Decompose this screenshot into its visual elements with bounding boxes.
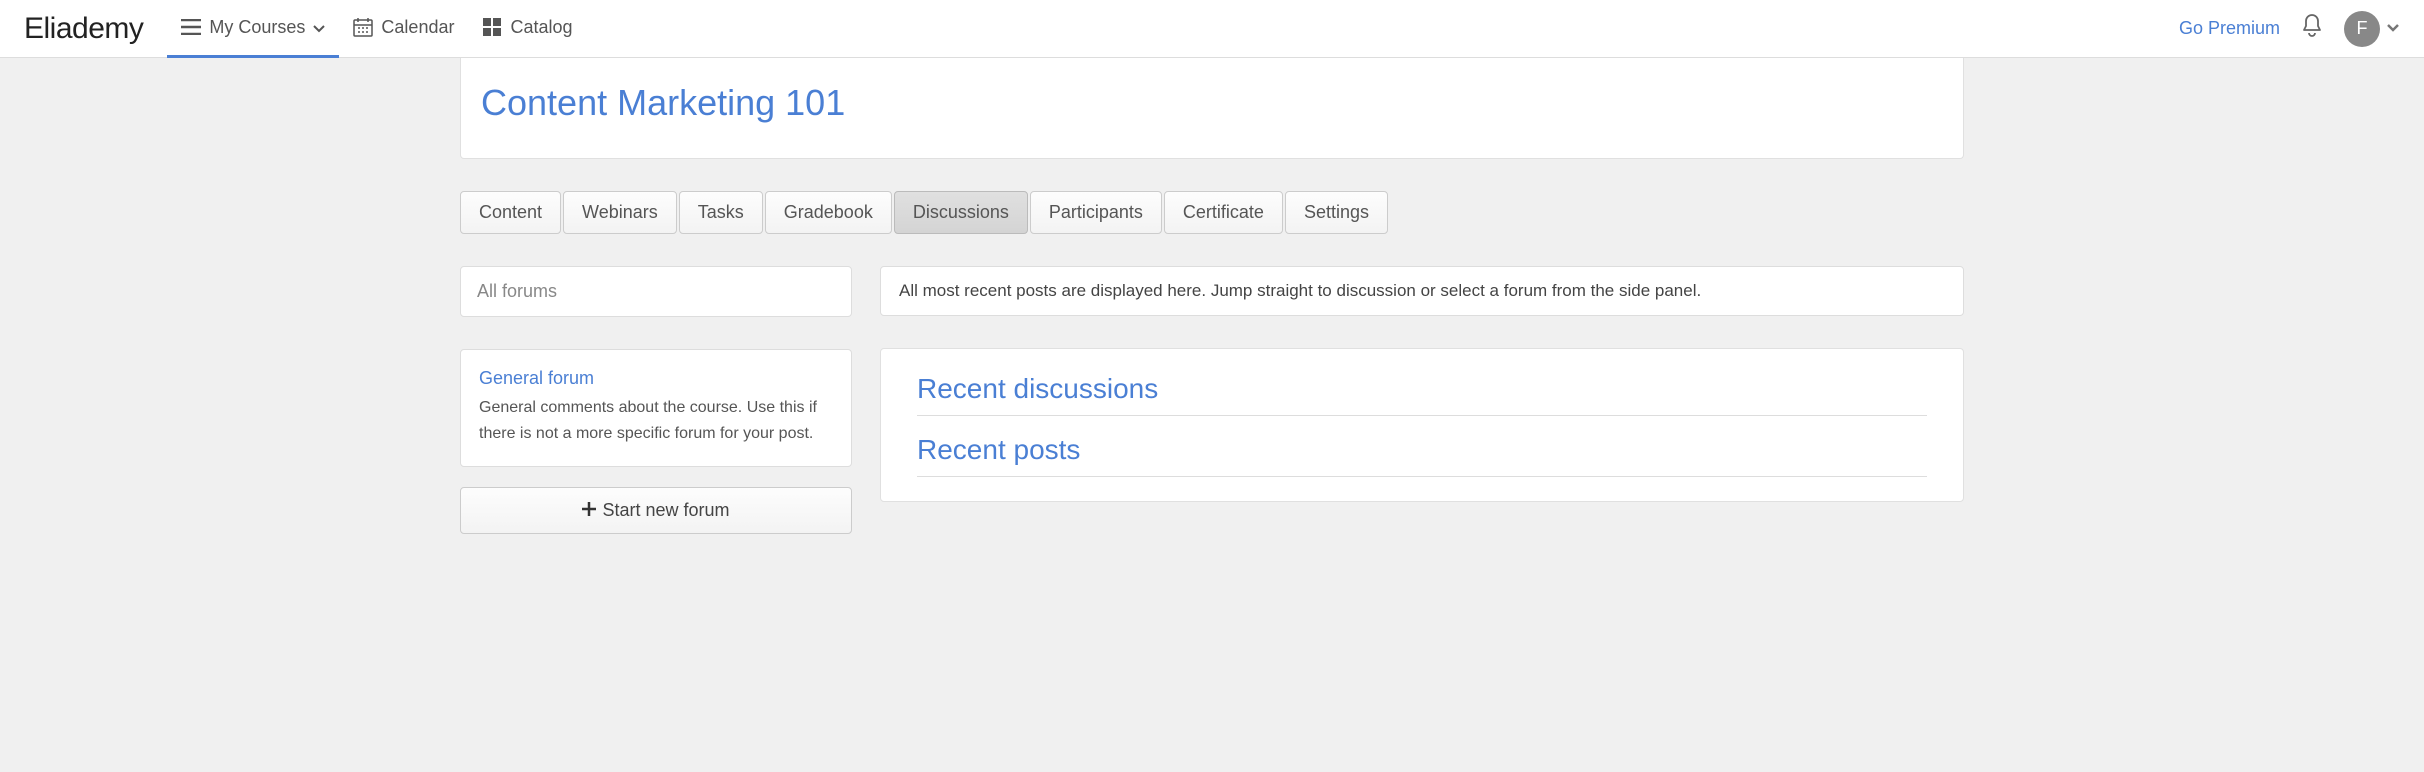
- plus-icon: [582, 500, 596, 521]
- user-initial: F: [2357, 18, 2368, 39]
- tab-content[interactable]: Content: [460, 191, 561, 234]
- course-title[interactable]: Content Marketing 101: [481, 82, 1943, 124]
- nav-my-courses-label: My Courses: [209, 17, 305, 38]
- all-forums-header[interactable]: All forums: [460, 266, 852, 317]
- nav-catalog-label: Catalog: [510, 17, 572, 38]
- grid-icon: [482, 17, 502, 37]
- tab-gradebook[interactable]: Gradebook: [765, 191, 892, 234]
- chevron-down-icon: [313, 17, 325, 38]
- topbar: Eliademy My Courses Calendar Catalog Go …: [0, 0, 2424, 58]
- nav-calendar[interactable]: Calendar: [339, 0, 468, 58]
- info-banner: All most recent posts are displayed here…: [880, 266, 1964, 316]
- calendar-icon: [353, 17, 373, 37]
- tab-settings[interactable]: Settings: [1285, 191, 1388, 234]
- tab-webinars[interactable]: Webinars: [563, 191, 677, 234]
- forums-sidebar: All forums General forum General comment…: [460, 266, 852, 534]
- notifications-icon[interactable]: [2300, 13, 2324, 44]
- hamburger-icon: [181, 19, 201, 35]
- tab-certificate[interactable]: Certificate: [1164, 191, 1283, 234]
- recent-posts-heading: Recent posts: [917, 434, 1927, 477]
- nav-my-courses[interactable]: My Courses: [167, 0, 339, 58]
- course-tabs: Content Webinars Tasks Gradebook Discuss…: [460, 191, 1964, 234]
- tab-participants[interactable]: Participants: [1030, 191, 1162, 234]
- start-new-forum-label: Start new forum: [602, 500, 729, 521]
- nav-calendar-label: Calendar: [381, 17, 454, 38]
- discussions-main: All most recent posts are displayed here…: [880, 266, 1964, 502]
- tab-tasks[interactable]: Tasks: [679, 191, 763, 234]
- forum-card: General forum General comments about the…: [460, 349, 852, 467]
- forum-description: General comments about the course. Use t…: [479, 395, 833, 446]
- brand-logo[interactable]: Eliademy: [24, 12, 143, 46]
- content-row: All forums General forum General comment…: [460, 266, 1964, 534]
- nav-catalog[interactable]: Catalog: [468, 0, 586, 58]
- go-premium-link[interactable]: Go Premium: [2179, 18, 2280, 39]
- discussions-panel: Recent discussions Recent posts: [880, 348, 1964, 502]
- course-title-panel: Content Marketing 101: [460, 58, 1964, 159]
- start-new-forum-button[interactable]: Start new forum: [460, 487, 852, 534]
- user-avatar[interactable]: F: [2344, 11, 2380, 47]
- tab-discussions[interactable]: Discussions: [894, 191, 1028, 234]
- user-menu-chevron-icon[interactable]: [2386, 20, 2400, 38]
- recent-discussions-heading: Recent discussions: [917, 373, 1927, 416]
- forum-title-link[interactable]: General forum: [479, 368, 833, 389]
